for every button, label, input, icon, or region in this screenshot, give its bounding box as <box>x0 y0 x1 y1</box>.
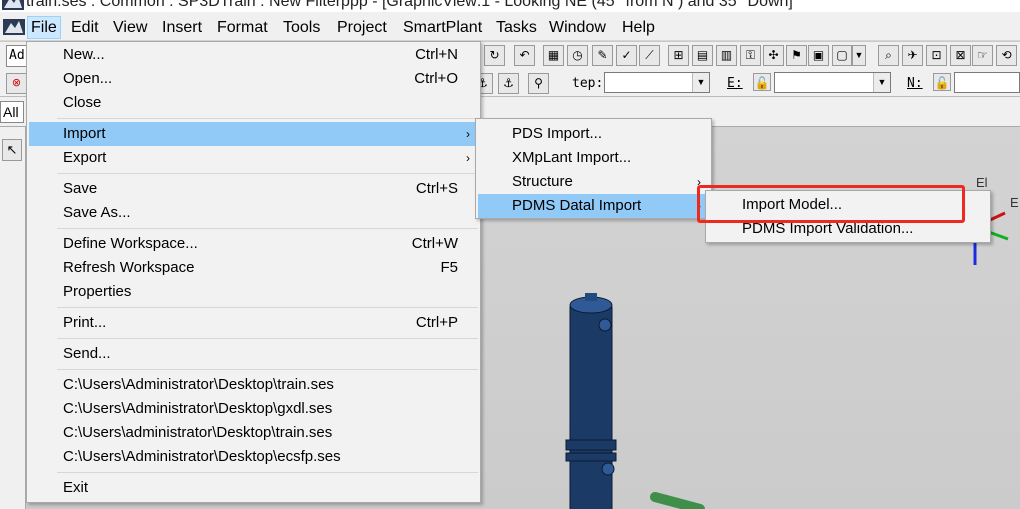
chevron-right-icon: › <box>466 127 470 141</box>
east-label: E: <box>727 76 743 91</box>
clock-icon[interactable]: ◷ <box>567 45 588 66</box>
recent-file-item[interactable]: C:\Users\Administrator\Desktop\gxdl.ses <box>29 397 478 421</box>
title-bar: train.ses : Common : SP3DTrain : New Fil… <box>0 0 1020 12</box>
recent-file-item[interactable]: C:\Users\Administrator\Desktop\train.ses <box>29 373 478 397</box>
step-combo[interactable]: ▼ <box>604 72 710 93</box>
active-filter-box[interactable]: Ad <box>6 45 28 67</box>
check-icon[interactable]: ✓ <box>616 45 637 66</box>
menu-view[interactable]: View <box>110 16 150 39</box>
pdms-datal-import-item[interactable]: PDMS Datal Import › <box>478 194 709 218</box>
select-arrow-icon[interactable]: ↖ <box>2 139 22 161</box>
menu-separator <box>57 369 478 370</box>
north-combo[interactable] <box>954 72 1020 93</box>
pan-icon[interactable]: ☞ <box>972 45 993 66</box>
import-model-item[interactable]: Import Model... <box>708 193 988 217</box>
menu-separator <box>57 338 478 339</box>
file-export-item[interactable]: Export › <box>29 146 478 170</box>
file-new-item[interactable]: New... Ctrl+N <box>29 43 478 67</box>
filter-icon[interactable]: ⚿ <box>740 45 761 66</box>
redo-icon[interactable]: ↻ <box>484 45 505 66</box>
file-close-item[interactable]: Close <box>29 91 478 115</box>
east-axis-label: E <box>1010 195 1019 210</box>
pdms-import-validation-item[interactable]: PDMS Import Validation... <box>708 217 988 241</box>
chevron-right-icon: › <box>466 151 470 165</box>
file-refresh-workspace-item[interactable]: Refresh Workspace F5 <box>29 256 478 280</box>
vessel-model[interactable] <box>565 293 617 509</box>
import-submenu: PDS Import... XMpLant Import... Structur… <box>475 118 712 219</box>
file-define-workspace-item[interactable]: Define Workspace... Ctrl+W <box>29 232 478 256</box>
file-save-as-item[interactable]: Save As... <box>29 201 478 225</box>
pdms-import-submenu: Import Model... PDMS Import Validation..… <box>705 190 991 243</box>
recent-file-item[interactable]: C:\Users\Administrator\Desktop\ecsfp.ses <box>29 445 478 469</box>
locate-filter-box[interactable]: All <box>0 101 24 123</box>
file-send-item[interactable]: Send... <box>29 342 478 366</box>
east-combo[interactable]: ▼ <box>774 72 891 93</box>
left-tool-strip: ↖ <box>0 127 26 509</box>
window-title: train.ses : Common : SP3DTrain : New Fil… <box>26 0 793 10</box>
menu-format[interactable]: Format <box>214 16 271 39</box>
menu-window[interactable]: Window <box>546 16 609 39</box>
layer-icon[interactable]: ▢ <box>832 45 852 66</box>
file-menu: New... Ctrl+N Open... Ctrl+O Close Import ›… <box>26 41 481 503</box>
properties-icon[interactable]: ▤ <box>692 45 713 66</box>
menu-tools[interactable]: Tools <box>280 16 323 39</box>
menu-file[interactable]: File <box>27 16 61 39</box>
tree-icon[interactable]: ⊞ <box>668 45 689 66</box>
step-label: tep: <box>572 76 604 91</box>
menu-separator <box>57 472 478 473</box>
flag-icon[interactable]: ⚑ <box>786 45 807 66</box>
xmplant-import-item[interactable]: XMpLant Import... <box>478 146 709 170</box>
menu-separator <box>57 228 478 229</box>
app-logo-icon[interactable] <box>3 19 25 35</box>
chevron-right-icon: › <box>697 199 701 213</box>
menu-insert[interactable]: Insert <box>159 16 205 39</box>
chevron-down-icon[interactable]: ▼ <box>692 73 709 92</box>
menu-help[interactable]: Help <box>619 16 658 39</box>
network-icon[interactable]: ✣ <box>763 45 784 66</box>
pipe-model[interactable] <box>650 492 705 509</box>
lock-e-icon[interactable]: 🔓 <box>753 73 771 91</box>
look-at-icon[interactable]: ✈ <box>902 45 923 66</box>
structure-import-item[interactable]: Structure › <box>478 170 709 194</box>
workspace-icon[interactable]: ▣ <box>808 45 829 66</box>
edit-icon[interactable]: ✎ <box>592 45 613 66</box>
recent-file-item[interactable]: C:\Users\administrator\Desktop\train.ses <box>29 421 478 445</box>
file-properties-item[interactable]: Properties <box>29 280 478 304</box>
north-label: N: <box>907 76 923 91</box>
menu-project[interactable]: Project <box>334 16 390 39</box>
cancel-icon[interactable]: ⊗ <box>6 73 27 94</box>
chevron-right-icon: › <box>697 175 701 189</box>
chevron-down-icon[interactable]: ▼ <box>873 73 890 92</box>
app-logo-icon <box>2 0 24 10</box>
grid-icon[interactable]: ▦ <box>543 45 564 66</box>
menu-smartplant[interactable]: SmartPlant <box>400 16 485 39</box>
menu-bar: File Edit View Insert Format Tools Proje… <box>0 12 1020 41</box>
undo-icon[interactable]: ↶ <box>514 45 535 66</box>
table-icon[interactable]: ▥ <box>716 45 737 66</box>
zoom-icon[interactable]: ⌕ <box>878 45 899 66</box>
lock-icon[interactable]: ⚲ <box>528 73 549 94</box>
elevation-axis-label: El <box>976 175 988 190</box>
anchor-icon[interactable]: ⚓ <box>498 73 519 94</box>
file-print-item[interactable]: Print... Ctrl+P <box>29 311 478 335</box>
fit-icon[interactable]: ⊠ <box>950 45 971 66</box>
rotate-icon[interactable]: ⟲ <box>996 45 1017 66</box>
menu-edit[interactable]: Edit <box>68 16 102 39</box>
file-save-item[interactable]: Save Ctrl+S <box>29 177 478 201</box>
chevron-down-icon[interactable]: ▼ <box>852 45 866 66</box>
menu-separator <box>57 307 478 308</box>
pds-import-item[interactable]: PDS Import... <box>478 122 709 146</box>
measure-icon[interactable]: ⟋ <box>639 45 660 66</box>
file-open-item[interactable]: Open... Ctrl+O <box>29 67 478 91</box>
file-import-item[interactable]: Import › <box>29 122 478 146</box>
menu-separator <box>57 118 478 119</box>
lock-n-icon[interactable]: 🔓 <box>933 73 951 91</box>
zoom-area-icon[interactable]: ⊡ <box>926 45 947 66</box>
file-exit-item[interactable]: Exit <box>29 476 478 500</box>
menu-tasks[interactable]: Tasks <box>493 16 540 39</box>
menu-separator <box>57 173 478 174</box>
